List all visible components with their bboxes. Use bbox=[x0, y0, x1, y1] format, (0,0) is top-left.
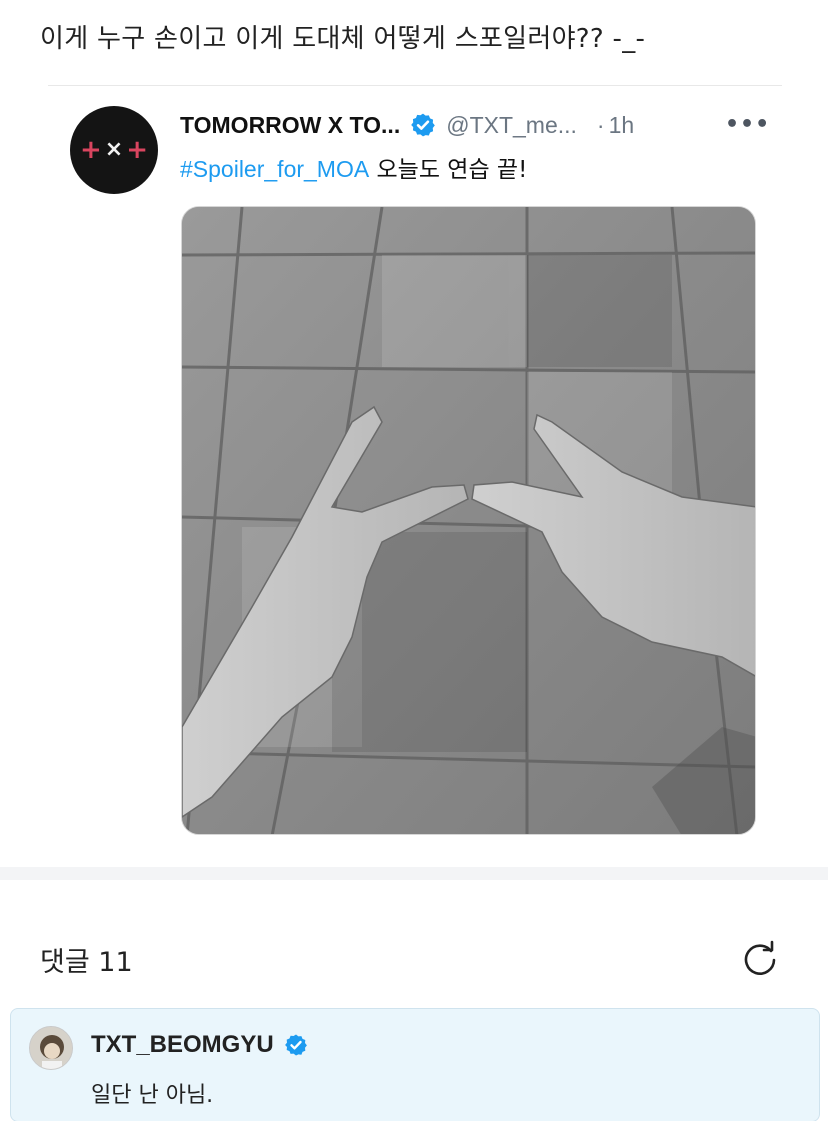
comment-item[interactable]: TXT_BEOMGYU 일단 난 아님. bbox=[10, 1008, 820, 1121]
comment-text: 일단 난 아님. bbox=[91, 1083, 214, 1108]
txt-logo-icon: + × + bbox=[79, 135, 149, 165]
tweet-avatar[interactable]: + × + bbox=[70, 106, 158, 194]
tweet-time[interactable]: 1h bbox=[609, 112, 635, 139]
commenter-avatar[interactable] bbox=[29, 1026, 73, 1070]
verified-badge-icon bbox=[284, 1034, 307, 1056]
tweet-text: 오늘도 연습 끝! bbox=[369, 157, 528, 183]
refresh-icon[interactable] bbox=[740, 938, 780, 978]
tweet-author-name[interactable]: TOMORROW X TO... bbox=[180, 112, 400, 139]
post-text: 이게 누구 손이고 이게 도대체 어떻게 스포일러야?? -_- bbox=[40, 24, 646, 54]
photo-of-two-hands-v-sign bbox=[182, 207, 755, 834]
tweet-header: TOMORROW X TO... @TXT_me... · 1h bbox=[180, 110, 634, 140]
section-divider bbox=[0, 867, 828, 880]
comments-header: 댓글 11 bbox=[40, 947, 133, 978]
comment-author[interactable]: TXT_BEOMGYU bbox=[91, 1031, 274, 1059]
comment-author-row: TXT_BEOMGYU bbox=[91, 1031, 308, 1059]
tweet-handle[interactable]: @TXT_me... bbox=[446, 112, 577, 139]
tweet-body: #Spoiler_for_MOA 오늘도 연습 끝! bbox=[180, 150, 527, 184]
divider bbox=[48, 85, 782, 86]
hashtag-link[interactable]: #Spoiler_for_MOA bbox=[180, 156, 369, 182]
verified-badge-icon bbox=[411, 113, 436, 137]
more-options-icon[interactable]: ••• bbox=[725, 112, 770, 137]
separator-dot: · bbox=[596, 111, 605, 138]
tweet-photo[interactable] bbox=[181, 206, 756, 835]
